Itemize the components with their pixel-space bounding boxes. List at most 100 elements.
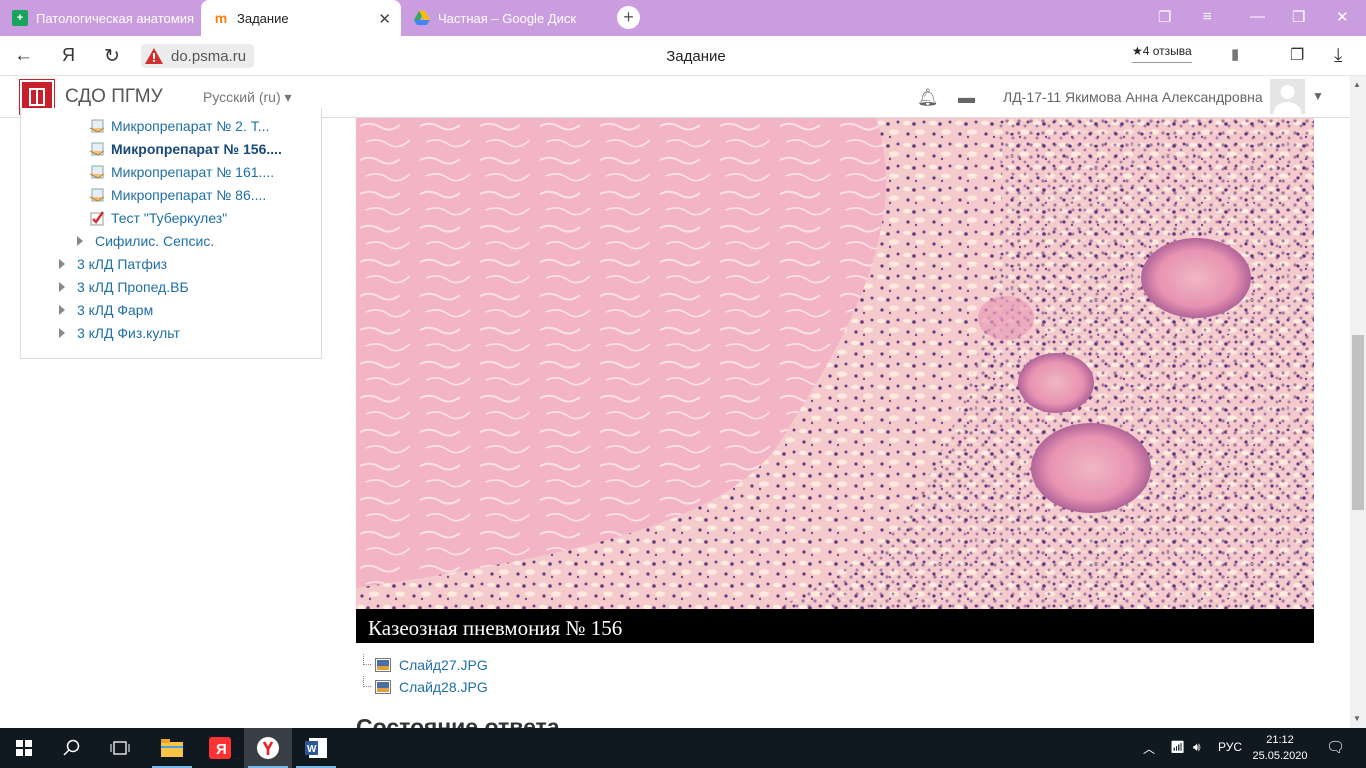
expand-icon[interactable] (59, 328, 65, 338)
user-menu-caret-icon[interactable]: ▼ (1312, 89, 1324, 103)
taskbar-word[interactable]: W (292, 728, 340, 768)
avatar[interactable] (1270, 79, 1305, 114)
expand-icon[interactable] (77, 236, 83, 246)
expand-icon[interactable] (59, 259, 65, 269)
language-menu[interactable]: Русский (ru) ▾ (203, 89, 292, 106)
nav-item-label: 3 кЛД Физ.культ (77, 325, 180, 341)
folder-icon (161, 739, 183, 757)
yandex-app-icon: Я (209, 737, 231, 759)
google-drive-icon (414, 10, 430, 26)
tab-title: Задание (237, 10, 289, 26)
file-name: Слайд28.JPG (399, 679, 488, 695)
image-caption: Казеозная пневмония № 156 (356, 609, 1314, 643)
notifications-bell-icon[interactable]: 🔔︎ (917, 88, 939, 108)
navigation-block: Микропрепарат № 2. Т... Микропрепарат № … (20, 108, 322, 359)
user-name[interactable]: ЛД-17-11 Якимова Анна Александровна (1003, 89, 1263, 105)
green-plus-icon: + (12, 10, 28, 26)
nav-item-label: Микропрепарат № 161.... (111, 164, 275, 180)
close-window-icon[interactable]: ✕ (1336, 8, 1349, 26)
nav-item-label: 3 кЛД Пропед.ВБ (77, 279, 189, 295)
yandex-browser-icon (257, 737, 279, 759)
clock-date: 25.05.2020 (1252, 750, 1308, 762)
file-item[interactable]: Слайд27.JPG (363, 654, 488, 676)
file-item[interactable]: Слайд28.JPG (363, 676, 488, 698)
nav-item-label: Микропрепарат № 2. Т... (111, 118, 270, 134)
search-button[interactable] (48, 728, 96, 768)
windows-logo-icon (16, 740, 32, 756)
micrograph-image (356, 118, 1314, 609)
close-tab-icon[interactable]: ✕ (378, 10, 391, 28)
nav-item-micro-2[interactable]: Микропрепарат № 2. Т... (89, 118, 269, 134)
nav-item-micro-156[interactable]: Микропрепарат № 156.... (89, 141, 282, 157)
address-bar: ← Я ↻ do.psma.ru Задание ★4 отзыва ▮ ❐ ⤓ (0, 36, 1366, 76)
taskbar-file-explorer[interactable] (148, 728, 196, 768)
tree-connector (363, 654, 371, 665)
nav-item-label: Сифилис. Сепсис. (95, 233, 215, 249)
file-name: Слайд27.JPG (399, 657, 488, 673)
nav-item-patfiz[interactable]: 3 кЛД Патфиз (59, 256, 167, 272)
lesson-icon (89, 165, 105, 179)
lesson-icon (89, 188, 105, 202)
lesson-icon (89, 142, 105, 156)
tab-assignment[interactable]: m Задание ✕ (201, 0, 401, 36)
network-icon[interactable]: 📶︎ (1170, 740, 1185, 754)
messages-icon[interactable]: ▬ (958, 88, 975, 108)
show-hidden-icons-icon[interactable]: ︿ (1143, 740, 1155, 757)
restore-icon[interactable]: ❐ (1292, 8, 1305, 26)
expand-icon[interactable] (59, 305, 65, 315)
moodle-icon: m (214, 10, 228, 26)
chevron-down-icon: ▾ (284, 89, 292, 105)
site-name[interactable]: СДО ПГМУ (65, 86, 163, 108)
clock[interactable]: 21:12 25.05.2020 (1250, 732, 1310, 764)
menu-icon[interactable]: ≡ (1203, 8, 1212, 25)
input-language[interactable]: РУС (1218, 740, 1242, 754)
nav-item-label: 3 кЛД Фарм (77, 302, 154, 318)
language-label: Русский (ru) (203, 89, 281, 105)
volume-icon[interactable]: 🔊︎ (1193, 740, 1201, 755)
tab-pathology[interactable]: + Патологическая анатомия (0, 0, 200, 36)
svg-text:W: W (307, 744, 317, 755)
tab-google-drive[interactable]: Частная – Google Диск (402, 0, 602, 36)
tabs-list-icon[interactable]: ❐ (1158, 8, 1171, 26)
tab-title: Патологическая анатомия (36, 10, 194, 26)
scrollbar-thumb[interactable] (1352, 335, 1364, 510)
lesson-icon (89, 119, 105, 133)
image-file-icon (375, 680, 391, 694)
taskbar-yandex-app[interactable]: Я (196, 728, 244, 768)
nav-item-micro-161[interactable]: Микропрепарат № 161.... (89, 164, 274, 180)
search-icon (63, 739, 80, 756)
task-view-button[interactable] (96, 728, 144, 768)
clock-time: 21:12 (1266, 734, 1294, 746)
nav-item-label: Тест "Туберкулез" (111, 210, 228, 226)
tab-title: Частная – Google Диск (438, 10, 577, 26)
start-button[interactable] (0, 728, 48, 768)
attached-files: Слайд27.JPG Слайд28.JPG (363, 654, 488, 698)
nav-item-proped[interactable]: 3 кЛД Пропед.ВБ (59, 279, 189, 295)
nav-item-syphilis-sepsis[interactable]: Сифилис. Сепсис. (77, 233, 214, 249)
svg-text:Я: Я (216, 741, 227, 758)
nav-item-quiz-tuberculosis[interactable]: Тест "Туберкулез" (89, 210, 227, 226)
expand-icon[interactable] (59, 282, 65, 292)
star-icon: ★ (1132, 44, 1143, 58)
scroll-up-icon[interactable]: ▲ (1353, 80, 1361, 89)
notifications-icon[interactable]: 🗨︎ (1326, 738, 1345, 756)
minimize-icon[interactable]: — (1250, 8, 1265, 25)
tree-connector (363, 676, 371, 687)
reviews-badge[interactable]: ★4 отзыва (1132, 44, 1192, 63)
collections-icon[interactable]: ❐ (1290, 45, 1304, 65)
nav-item-micro-86[interactable]: Микропрепарат № 86.... (89, 187, 266, 203)
taskbar-yandex-browser[interactable] (244, 728, 292, 768)
quiz-icon (90, 211, 105, 226)
task-view-icon (110, 741, 130, 755)
nav-item-label: Микропрепарат № 156.... (111, 141, 282, 157)
download-icon[interactable]: ⤓ (1334, 45, 1342, 67)
scroll-down-icon[interactable]: ▼ (1353, 714, 1361, 723)
image-file-icon (375, 658, 391, 672)
nav-item-label: 3 кЛД Патфиз (77, 256, 168, 272)
taskbar: Я W ︿ 📶︎ 🔊︎ РУС 21:12 25.05.2020 🗨︎ (0, 728, 1366, 768)
nav-item-pharm[interactable]: 3 кЛД Фарм (59, 302, 153, 318)
nav-item-physical-culture[interactable]: 3 кЛД Физ.культ (59, 325, 180, 341)
reviews-text: 4 отзыва (1142, 44, 1192, 58)
bookmark-icon[interactable]: ▮ (1231, 45, 1239, 63)
new-tab-button[interactable]: + (617, 6, 640, 29)
